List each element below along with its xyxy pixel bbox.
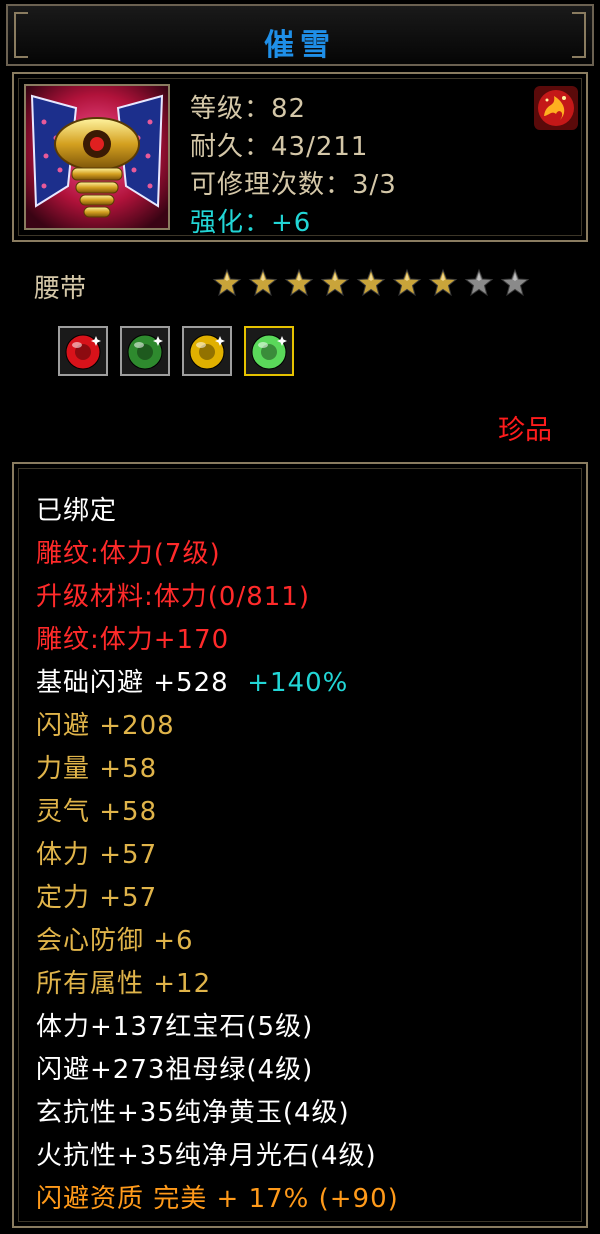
item-quality: 珍品	[498, 415, 552, 446]
attr-all-attributes: 所有属性 +12	[36, 969, 212, 999]
engrave-level: 雕纹:体力(7级)	[36, 539, 221, 569]
attr-crit-defense: 会心防御 +6	[36, 926, 194, 956]
item-enhance-level: 强化：+6	[190, 208, 312, 238]
red-gem-icon[interactable]	[58, 326, 108, 376]
item-tooltip: 催雪 等级：82 耐久：43/211 可修理次数：3/3 强化：+6 腰带 珍品…	[0, 0, 600, 1234]
item-repair-count: 可修理次数：3/3	[190, 170, 397, 200]
dodge-aptitude: 闪避资质 完美 + 17% (+90)	[36, 1184, 399, 1214]
item-level: 等级：82	[190, 94, 307, 124]
title-bar: 催雪	[6, 4, 594, 66]
gem-bonus-moonstone: 火抗性+35纯净月光石(4级)	[36, 1141, 377, 1171]
fire-element-icon	[534, 86, 578, 130]
gem-bonus-ruby: 体力+137红宝石(5级)	[36, 1012, 314, 1042]
gem-bonus-topaz: 玄抗性+35纯净黄玉(4级)	[36, 1098, 350, 1128]
attr-dodge: 闪避 +208	[36, 711, 175, 741]
attr-focus: 定力 +57	[36, 883, 158, 913]
base-dodge-value: 基础闪避 +528	[36, 668, 229, 698]
star-filled-icon	[356, 268, 386, 298]
bound-status: 已绑定	[36, 496, 118, 526]
item-category: 腰带	[34, 274, 87, 304]
base-dodge: 基础闪避 +528 +140%	[36, 662, 348, 699]
green-jade-ring-icon[interactable]	[120, 326, 170, 376]
item-header: 等级：82 耐久：43/211 可修理次数：3/3 强化：+6	[12, 72, 588, 242]
belt-item-icon[interactable]	[24, 84, 170, 230]
upgrade-material: 升级材料:体力(0/811)	[36, 582, 310, 612]
star-empty-icon	[500, 268, 530, 298]
gem-bonus-emerald: 闪避+273祖母绿(4级)	[36, 1055, 314, 1085]
star-filled-icon	[392, 268, 422, 298]
star-filled-icon	[284, 268, 314, 298]
star-filled-icon	[212, 268, 242, 298]
attr-stamina: 体力 +57	[36, 840, 158, 870]
yellow-jade-icon[interactable]	[182, 326, 232, 376]
item-durability: 耐久：43/211	[190, 132, 369, 162]
engrave-bonus: 雕纹:体力+170	[36, 625, 230, 655]
star-filled-icon	[320, 268, 350, 298]
attr-strength: 力量 +58	[36, 754, 158, 784]
star-filled-icon	[248, 268, 278, 298]
attr-spirit: 灵气 +58	[36, 797, 158, 827]
star-filled-icon	[428, 268, 458, 298]
base-dodge-bonus: +140%	[247, 668, 349, 698]
star-empty-icon	[464, 268, 494, 298]
moonstone-icon[interactable]	[244, 326, 294, 376]
attribute-panel: 已绑定 雕纹:体力(7级) 升级材料:体力(0/811) 雕纹:体力+170 基…	[12, 462, 588, 1228]
item-name: 催雪	[264, 28, 336, 63]
